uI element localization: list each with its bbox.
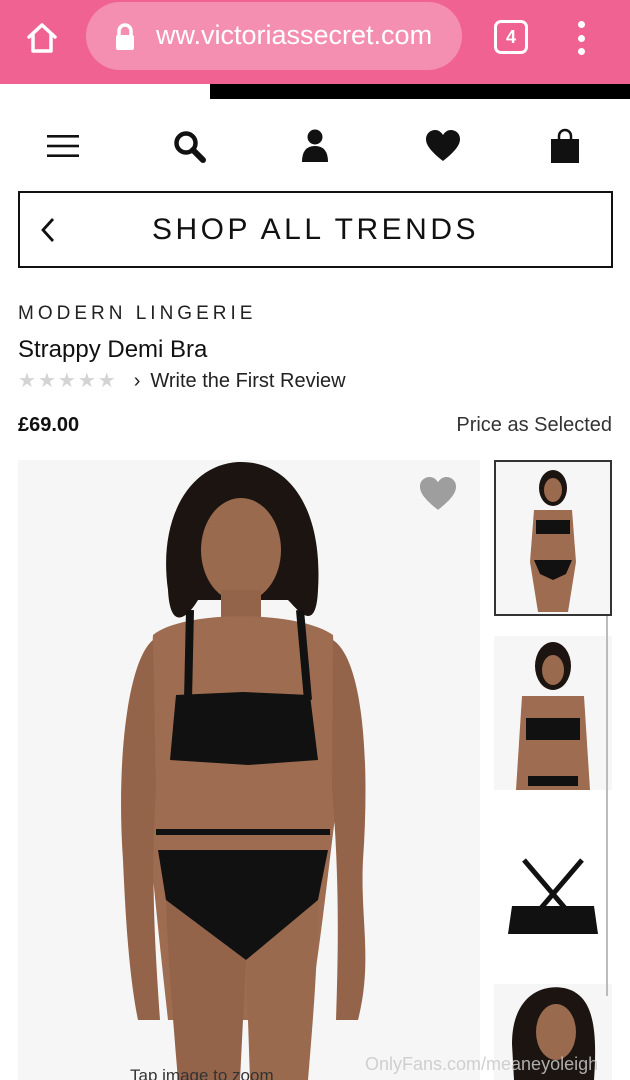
star-icon: ★ bbox=[37, 370, 56, 392]
search-icon[interactable] bbox=[167, 124, 211, 168]
add-to-wishlist-heart-icon[interactable] bbox=[418, 476, 458, 512]
watermark-text: OnlyFans.com/meaneyoleigh bbox=[365, 1054, 599, 1074]
product-main-image[interactable] bbox=[18, 460, 480, 1080]
url-bar[interactable]: ww.victoriassecret.com bbox=[86, 2, 462, 70]
product-price: £69.00 bbox=[18, 414, 80, 436]
tab-switcher-button[interactable]: 4 bbox=[494, 20, 528, 54]
star-icon: ★ bbox=[18, 370, 36, 392]
star-rating: ★ ★ ★ ★ ★ bbox=[18, 371, 116, 391]
account-icon[interactable] bbox=[293, 124, 337, 168]
thumbnail-3[interactable] bbox=[494, 810, 612, 960]
promo-bar bbox=[210, 84, 630, 99]
rating-row: ★ ★ ★ ★ ★ › Write the First Review bbox=[18, 368, 346, 394]
product-category: MODERN LINGERIE bbox=[18, 303, 257, 324]
url-text: ww.victoriassecret.com bbox=[156, 20, 433, 50]
menu-icon[interactable] bbox=[41, 124, 85, 168]
zoom-caption: Tap image to zoom bbox=[130, 1066, 274, 1080]
thumbnail-1[interactable] bbox=[494, 460, 612, 616]
lock-icon bbox=[112, 22, 138, 52]
more-vert-icon[interactable] bbox=[566, 18, 596, 58]
star-icon: ★ bbox=[97, 370, 116, 392]
write-review-label: Write the First Review bbox=[150, 369, 346, 392]
wishlist-heart-icon[interactable] bbox=[421, 124, 465, 168]
write-review-link[interactable]: › Write the First Review bbox=[134, 370, 346, 393]
chevron-right-icon: › bbox=[133, 369, 141, 392]
star-icon: ★ bbox=[57, 370, 76, 392]
shop-all-trends-label: SHOP ALL TRENDS bbox=[151, 212, 480, 246]
thumbnail-scrollbar[interactable] bbox=[606, 616, 608, 996]
thumbnail-2[interactable] bbox=[494, 636, 612, 790]
star-icon: ★ bbox=[77, 370, 96, 392]
home-icon[interactable] bbox=[20, 16, 64, 60]
shopping-bag-icon[interactable] bbox=[543, 124, 587, 168]
product-title: Strappy Demi Bra bbox=[18, 336, 208, 363]
price-note: Price as Selected bbox=[456, 414, 612, 436]
chevron-left-icon bbox=[38, 215, 58, 245]
browser-toolbar: ww.victoriassecret.com 4 bbox=[0, 0, 630, 84]
site-nav bbox=[0, 118, 630, 174]
thumbnail-strip bbox=[494, 460, 612, 1080]
shop-all-trends-button[interactable]: SHOP ALL TRENDS bbox=[18, 191, 613, 268]
